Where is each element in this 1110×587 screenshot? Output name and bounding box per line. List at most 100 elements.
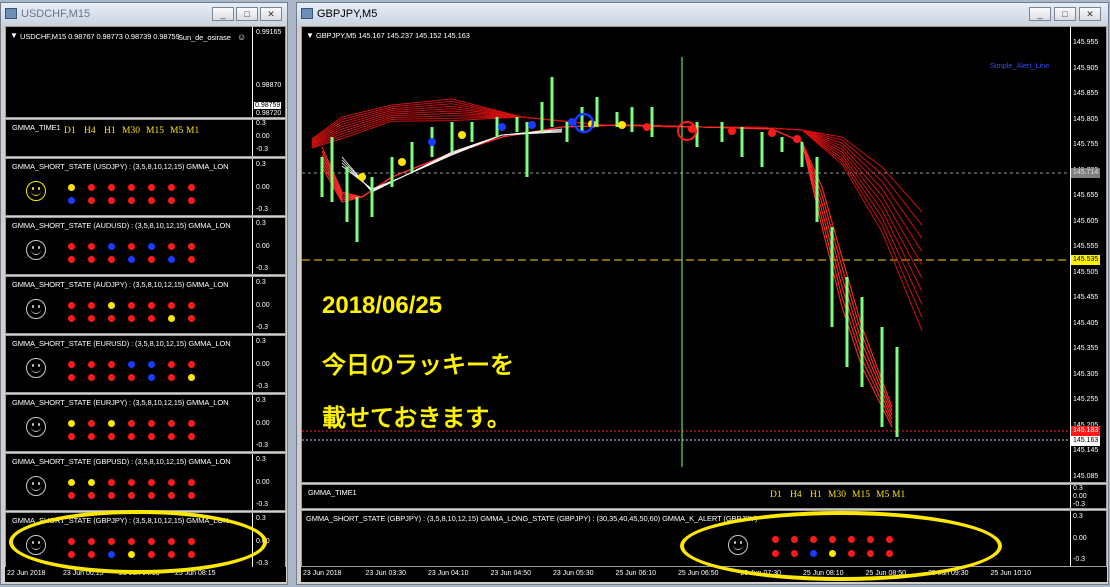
state-dot xyxy=(148,433,155,440)
state-dot xyxy=(168,420,175,427)
annotation-line-1: 今日のラッキーを xyxy=(322,352,514,379)
window-title: GBPJPY,M5 xyxy=(317,8,378,20)
state-dot xyxy=(168,197,175,204)
scale-label: 0.00 xyxy=(256,243,270,250)
signal-marker xyxy=(643,123,651,131)
timeframe-label: H4 xyxy=(790,490,802,500)
maximize-button[interactable]: □ xyxy=(236,7,258,21)
scale-label: -0.3 xyxy=(256,146,269,153)
x-axis-label: 22 Jun 2018 xyxy=(7,570,46,577)
state-dot xyxy=(168,433,175,440)
gmma-state-pane[interactable]: GMMA_SHORT_STATE (EURUSD) : (3,5,8,10,12… xyxy=(5,335,286,393)
state-dot xyxy=(148,256,155,263)
state-dot xyxy=(68,433,75,440)
timeframe-label: M15 xyxy=(852,490,870,500)
timeframe-label: D1 xyxy=(770,490,782,500)
scale-label: -0.3 xyxy=(1073,501,1086,508)
state-dot xyxy=(148,420,155,427)
gmma-state-pane[interactable]: GMMA_SHORT_STATE (AUDUSD) : (3,5,8,10,12… xyxy=(5,217,286,275)
scale-label: 0.3 xyxy=(256,120,266,127)
price-scale-label: 145.655 xyxy=(1073,192,1099,199)
highlight-ellipse xyxy=(9,510,267,574)
timeframe-label: M5 xyxy=(170,126,184,136)
state-dot xyxy=(148,243,155,250)
state-dot xyxy=(108,315,115,322)
scale-label: 0.3 xyxy=(256,161,266,168)
signal-marker xyxy=(768,129,776,137)
scale-label: -0.3 xyxy=(256,560,269,567)
price-scale-label: 145.455 xyxy=(1073,294,1099,301)
state-dot xyxy=(128,197,135,204)
state-dot xyxy=(148,315,155,322)
x-axis-label: 25 Jun 10:10 xyxy=(990,570,1031,577)
state-dot xyxy=(108,479,115,486)
state-dot xyxy=(68,184,75,191)
close-button[interactable]: ✕ xyxy=(260,7,282,21)
gmma-state-pane[interactable]: GMMA_SHORT_STATE (AUDJPY) : (3,5,8,10,12… xyxy=(5,276,286,334)
scale-label: 0.3 xyxy=(256,456,266,463)
state-dot xyxy=(168,302,175,309)
minimize-button[interactable]: _ xyxy=(212,7,234,21)
price-scale-label: 145.255 xyxy=(1073,396,1099,403)
x-axis-label: 23 Jun 04:10 xyxy=(428,570,469,577)
timeframe-label: D1 xyxy=(64,126,76,136)
state-dot xyxy=(108,243,115,250)
scale-divider xyxy=(252,395,253,451)
gbpjpy-window[interactable]: GBPJPY,M5 _ □ ✕ ▼ GBPJPY,M5 145.167 145.… xyxy=(296,2,1109,585)
chart-window-icon xyxy=(301,8,313,19)
gmma-state-pane[interactable]: GMMA_SHORT_STATE (GBPUSD) : (3,5,8,10,12… xyxy=(5,453,286,511)
gbpjpy-titlebar[interactable]: GBPJPY,M5 _ □ ✕ xyxy=(297,3,1108,25)
state-dot xyxy=(128,243,135,250)
scale-label: 0.98720 xyxy=(256,110,282,117)
scale-label: 0.00 xyxy=(256,479,270,486)
state-dot xyxy=(68,315,75,322)
scale-divider xyxy=(252,277,253,333)
scale-divider xyxy=(252,120,253,156)
state-dot xyxy=(188,420,195,427)
state-dot xyxy=(188,302,195,309)
gbpjpy-main-pane[interactable]: ▼ GBPJPY,M5 145.167 145.237 145.152 145.… xyxy=(301,26,1107,483)
state-dot xyxy=(168,479,175,486)
close-button[interactable]: ✕ xyxy=(1079,7,1101,21)
minimize-button[interactable]: _ xyxy=(1029,7,1051,21)
dropdown-arrow-icon[interactable]: ▼ xyxy=(10,31,18,40)
state-dot xyxy=(128,315,135,322)
timeframe-label: H4 xyxy=(84,126,96,136)
state-dot xyxy=(188,197,195,204)
scale-divider xyxy=(1070,485,1071,508)
state-dot xyxy=(128,256,135,263)
scale-label: -0.3 xyxy=(1073,556,1086,563)
maximize-button[interactable]: □ xyxy=(1054,7,1076,21)
usdchf-titlebar[interactable]: USDCHF,M15 _ □ ✕ xyxy=(1,3,287,25)
state-dot xyxy=(108,374,115,381)
gmma-time-pane[interactable]: GMMA_TIME1 0.3 0.00 -0.3 D1 H4 H1 M30 M15 M5 M… xyxy=(5,119,286,157)
state-dot xyxy=(188,492,195,499)
state-dot xyxy=(88,361,95,368)
state-dot xyxy=(88,243,95,250)
gmma-state-pane[interactable]: GMMA_SHORT_STATE (USDJPY) : (3,5,8,10,12… xyxy=(5,158,286,216)
timeframe-label: M5 xyxy=(876,490,890,500)
price-scale-label: 145.355 xyxy=(1073,345,1099,352)
state-dot xyxy=(168,256,175,263)
price-scale-label: 145.145 xyxy=(1073,447,1099,454)
state-dot xyxy=(88,492,95,499)
state-dot xyxy=(108,302,115,309)
state-dot xyxy=(68,361,75,368)
signal-marker xyxy=(458,131,466,139)
scale-label: -0.3 xyxy=(256,501,269,508)
chart-header: USDCHF,M15 0.98767 0.98773 0.98739 0.987… xyxy=(20,32,180,41)
state-dot xyxy=(148,479,155,486)
usdchf-main-pane[interactable]: USDCHF,M15 0.98767 0.98773 0.98739 0.987… xyxy=(5,26,286,118)
gbpjpy-time-pane[interactable]: GMMA_TIME1 0.3 0.00 -0.3 D1 H4 H1 M30 M15 M5 M… xyxy=(301,484,1107,509)
state-dot xyxy=(108,433,115,440)
state-dot xyxy=(168,361,175,368)
usdchf-window[interactable]: USDCHF,M15 _ □ ✕ USDCHF,M15 0.98767 0.98… xyxy=(0,2,288,585)
state-dot xyxy=(188,256,195,263)
state-dot xyxy=(128,433,135,440)
scale-divider xyxy=(252,159,253,215)
gmma-time-title: GMMA_TIME1 xyxy=(308,488,357,497)
state-dot xyxy=(148,184,155,191)
price-scale-label: 145.505 xyxy=(1073,268,1099,276)
gmma-state-pane[interactable]: GMMA_SHORT_STATE (EURJPY) : (3,5,8,10,12… xyxy=(5,394,286,452)
gmma-state-title: GMMA_SHORT_STATE (AUDJPY) : (3,5,8,10,12… xyxy=(12,280,229,289)
